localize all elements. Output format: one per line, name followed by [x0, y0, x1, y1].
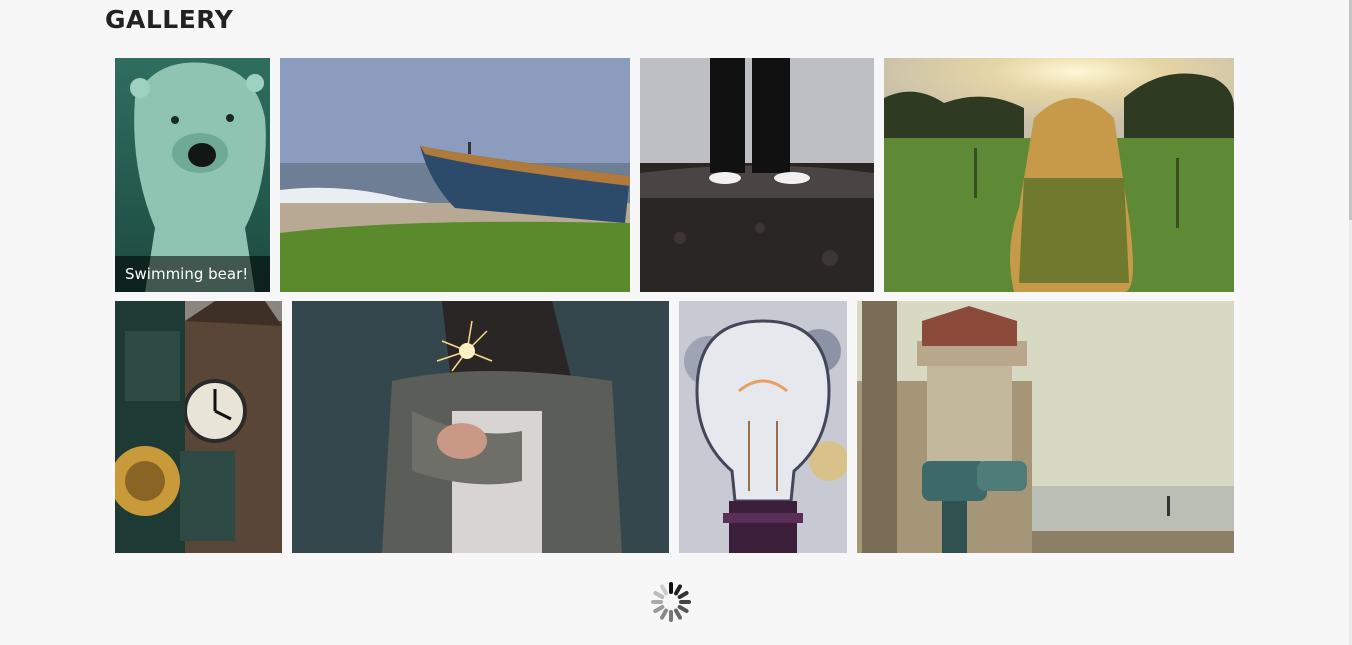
- clock-tower-image: [115, 301, 282, 553]
- gallery-tile-polar-bear[interactable]: Swimming bear!: [115, 58, 270, 292]
- gallery-tile-girl-field[interactable]: [884, 58, 1234, 292]
- gallery-tile-person-pebbles[interactable]: [640, 58, 874, 292]
- gallery-tile-boat[interactable]: [280, 58, 630, 292]
- page-title: GALLERY: [105, 5, 234, 34]
- boat-image: [280, 58, 630, 292]
- light-bulb-image: [679, 301, 847, 553]
- gallery-tile-sparkler[interactable]: [292, 301, 669, 553]
- sparkler-image: [292, 301, 669, 553]
- girl-field-image: [884, 58, 1234, 292]
- tile-caption: Swimming bear!: [115, 256, 270, 292]
- gallery-tile-lighthouse[interactable]: [857, 301, 1234, 553]
- gallery-tile-clock-tower[interactable]: [115, 301, 282, 553]
- lighthouse-image: [857, 301, 1234, 553]
- person-pebbles-image: [640, 58, 874, 292]
- gallery-tile-light-bulb[interactable]: [679, 301, 847, 553]
- loading-spinner-icon: [648, 579, 694, 625]
